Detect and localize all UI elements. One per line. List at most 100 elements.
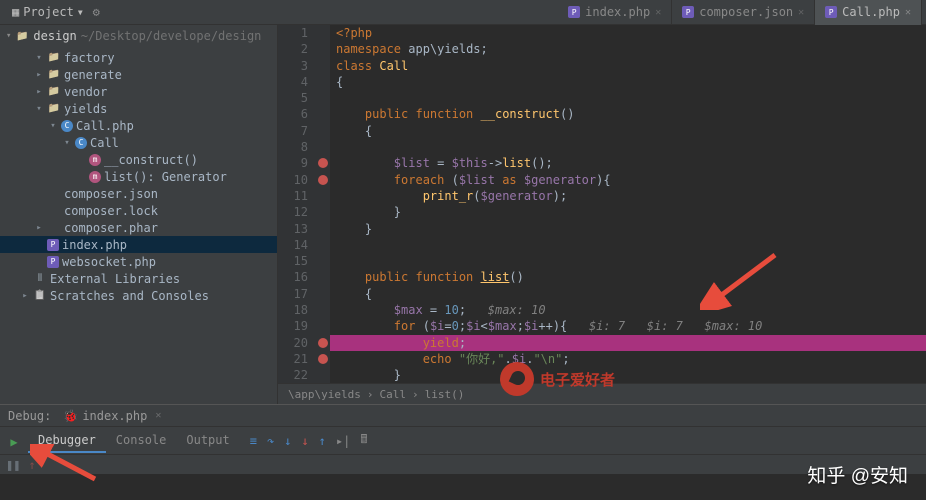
code-line[interactable]: for ($i=0;$i<$max;$i++){ $i: 7 $i: 7 $ma… [336, 318, 926, 334]
tree-node[interactable]: ▸vendor [0, 83, 277, 100]
tree-node[interactable]: ▸composer.phar [0, 219, 277, 236]
debug-header: Debug: 🐞 index.php ✕ [0, 404, 926, 426]
json-icon [47, 187, 61, 201]
mth-icon [89, 171, 101, 183]
code-line[interactable]: print_r($generator); [336, 188, 926, 204]
stop-icon[interactable]: ↑ [28, 458, 35, 472]
code-line[interactable]: { [336, 123, 926, 139]
code-line[interactable] [336, 237, 926, 253]
debug-toolbar: ▶ DebuggerConsoleOutput ≡ ↷ ↓ ↓ ↑ ▸| 🖩 [0, 426, 926, 454]
tree-node[interactable]: composer.lock [0, 202, 277, 219]
breakpoint-gutter[interactable] [316, 25, 330, 383]
step-out-icon[interactable]: ↑ [319, 434, 326, 448]
project-icon: ▦ [12, 5, 19, 19]
lib-icon [33, 272, 47, 286]
json-icon [47, 221, 61, 235]
code-line[interactable]: echo "你好,".$i."\n"; [336, 351, 926, 367]
resume-button[interactable]: ▶ [10, 435, 17, 449]
breakpoint[interactable] [318, 338, 328, 348]
code-area[interactable]: <?phpnamespace app\yields;class Call{ pu… [330, 25, 926, 383]
gear-icon[interactable]: ⚙ [93, 5, 100, 19]
tree-node[interactable]: composer.json [0, 185, 277, 202]
project-label: Project [23, 5, 74, 19]
php-icon [47, 239, 59, 251]
code-line[interactable]: } [336, 221, 926, 237]
code-line[interactable]: yield; [336, 335, 926, 351]
close-icon[interactable]: ✕ [798, 7, 804, 18]
php-file-icon [568, 6, 580, 18]
dropdown-icon: ▼ [78, 8, 83, 17]
php-file-icon [825, 6, 837, 18]
cls-icon [75, 137, 87, 149]
project-tool-window-header[interactable]: ▦ Project ▼ ⚙ [4, 5, 108, 19]
fold-icon [47, 102, 61, 116]
cls-icon [61, 120, 73, 132]
run-to-cursor-icon[interactable]: ▸| [336, 434, 350, 448]
close-icon[interactable]: ✕ [655, 7, 661, 18]
breakpoint[interactable] [318, 354, 328, 364]
editor-tab[interactable]: composer.json✕ [672, 0, 815, 25]
step-into-icon[interactable]: ↓ [284, 434, 291, 448]
breakpoint[interactable] [318, 158, 328, 168]
close-icon[interactable]: ✕ [905, 7, 911, 18]
editor-tab[interactable]: index.php✕ [558, 0, 672, 25]
editor: 1234567891011121314151617181920212223 <?… [278, 25, 926, 404]
code-line[interactable]: } [336, 204, 926, 220]
debug-tab-console[interactable]: Console [106, 429, 177, 453]
code-line[interactable]: public function list() [336, 269, 926, 285]
tree-node[interactable]: ▾yields [0, 100, 277, 117]
tree-node[interactable]: index.php [0, 236, 277, 253]
code-line[interactable]: { [336, 286, 926, 302]
project-root[interactable]: ▾ design ~/Desktop/develope/design [0, 25, 277, 47]
editor-tabs: index.php✕composer.json✕Call.php✕ [558, 0, 922, 25]
code-line[interactable]: namespace app\yields; [336, 41, 926, 57]
tree-node[interactable]: ▾factory [0, 49, 277, 66]
bug-icon: 🐞 [63, 409, 78, 423]
close-icon[interactable]: ✕ [155, 410, 161, 421]
json-icon [47, 204, 61, 218]
code-line[interactable]: foreach ($list as $generator){ [336, 172, 926, 188]
code-line[interactable]: $max = 10; $max: 10 [336, 302, 926, 318]
code-line[interactable] [336, 90, 926, 106]
fold-icon [47, 85, 61, 99]
debug-session-tab[interactable]: 🐞 index.php ✕ [57, 409, 167, 423]
folder-icon [15, 29, 29, 43]
php-icon [47, 256, 59, 268]
project-sidebar: ▾ design ~/Desktop/develope/design ▾fact… [0, 25, 278, 404]
tree-node[interactable]: ▸Scratches and Consoles [0, 287, 277, 304]
code-line[interactable]: } [336, 367, 926, 383]
code-line[interactable]: class Call [336, 58, 926, 74]
code-line[interactable] [336, 139, 926, 155]
code-line[interactable]: public function __construct() [336, 106, 926, 122]
tree-node[interactable]: External Libraries [0, 270, 277, 287]
force-step-into-icon[interactable]: ↓ [301, 434, 308, 448]
step-over-icon[interactable]: ↷ [267, 434, 274, 448]
code-line[interactable]: <?php [336, 25, 926, 41]
fold-icon [47, 51, 61, 65]
debug-tab-debugger[interactable]: Debugger [28, 429, 106, 453]
tree-node[interactable]: websocket.php [0, 253, 277, 270]
breakpoint[interactable] [318, 175, 328, 185]
code-line[interactable]: $list = $this->list(); [336, 155, 926, 171]
project-name: design [33, 29, 76, 43]
fold-icon [47, 68, 61, 82]
debug-step-icons: ≡ ↷ ↓ ↓ ↑ ▸| 🖩 [240, 430, 378, 451]
tree-node[interactable]: __construct() [0, 151, 277, 168]
tree-node[interactable]: list(): Generator [0, 168, 277, 185]
editor-tab[interactable]: Call.php✕ [815, 0, 922, 25]
tree-node[interactable]: ▸generate [0, 66, 277, 83]
scr-icon [33, 289, 47, 303]
tree-node[interactable]: ▾Call [0, 134, 277, 151]
debug-tab-output[interactable]: Output [176, 429, 239, 453]
code-line[interactable] [336, 253, 926, 269]
pause-icon[interactable]: ❚❚ [6, 458, 20, 472]
tree-node[interactable]: ▾Call.php [0, 117, 277, 134]
evaluate-icon[interactable]: 🖩 [360, 430, 367, 451]
mth-icon [89, 154, 101, 166]
file-tree: ▾factory▸generate▸vendor▾yields▾Call.php… [0, 47, 277, 304]
show-execution-point-icon[interactable]: ≡ [250, 434, 257, 448]
bottom-bar: ❚❚ ↑ [0, 454, 926, 474]
code-line[interactable]: { [336, 74, 926, 90]
breadcrumb[interactable]: \app\yields› Call› list() [278, 383, 926, 404]
debug-label: Debug: [8, 409, 51, 423]
